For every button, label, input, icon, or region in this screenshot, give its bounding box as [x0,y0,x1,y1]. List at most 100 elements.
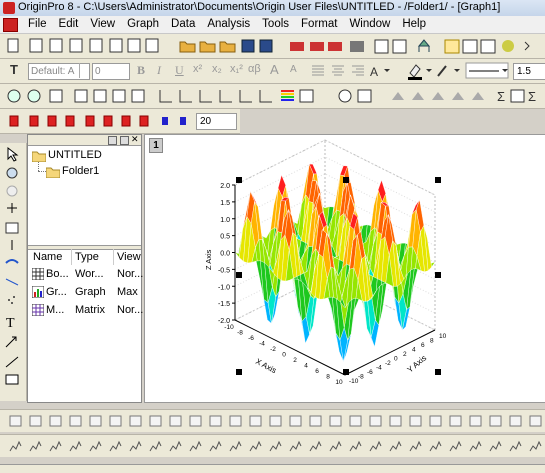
open-template-icon[interactable] [199,41,216,53]
arrow-tool-icon[interactable] [5,336,17,348]
plot-tool-icon[interactable] [529,440,542,452]
plot-tool-icon[interactable] [49,440,62,452]
drawing-tool-icon[interactable] [509,415,522,427]
drawing-tool-icon[interactable] [489,415,502,427]
open-icon[interactable] [179,41,196,53]
axis-scale-icon[interactable] [259,90,272,103]
new-project-icon[interactable] [7,38,19,53]
drawing-tool-icon[interactable] [89,415,102,427]
column-header-type[interactable]: Type [75,251,99,263]
axis-box-icon[interactable] [179,90,192,103]
drawing-tool-icon[interactable] [29,415,42,427]
axis-l-icon[interactable] [159,90,172,103]
selection-handle[interactable] [343,369,349,375]
new-layout-icon[interactable] [127,38,141,53]
selection-handle[interactable] [236,177,242,183]
menu-analysis[interactable]: Analysis [201,17,256,32]
drawing-tool-icon[interactable] [269,415,282,427]
greek-button[interactable]: αβ [248,63,261,75]
superscript-button[interactable]: x² [193,63,202,75]
new-excel-icon[interactable] [49,38,63,53]
document-menu-icon[interactable] [3,18,18,32]
zoom-in-icon[interactable] [7,89,21,103]
plot-3d-bar-icon[interactable] [9,115,19,127]
axis-ticks-icon[interactable] [239,90,252,103]
axis-grid-icon[interactable] [219,90,232,103]
drawing-tool-icon[interactable] [109,415,122,427]
whole-page-icon[interactable] [49,89,63,103]
font-combo-chevron-down-icon[interactable] [79,63,90,78]
rescale-y-icon[interactable] [112,89,126,103]
plot-tool-icon[interactable] [89,440,102,452]
plot-tool-icon[interactable] [369,440,382,452]
rescale-x-icon[interactable] [93,89,107,103]
y-axis-title[interactable]: Y Axis [406,353,429,374]
text-tool-icon[interactable]: T [6,316,15,331]
plot-tool-icon[interactable] [489,440,502,452]
decrease-font-button[interactable]: A [290,64,297,75]
fill-color-chevron-down-icon[interactable] [426,69,432,72]
layer-icon[interactable] [357,89,372,103]
rotate-cw-icon[interactable] [412,92,424,100]
selection-handle[interactable] [236,272,242,278]
save-template-icon[interactable] [259,39,273,53]
plot-tool-icon[interactable] [389,440,402,452]
print-icon[interactable] [350,41,364,52]
plot-3d-mesh-icon[interactable] [180,117,186,125]
font-color-chevron-down-icon[interactable] [384,69,390,72]
column-stats-icon[interactable] [510,89,525,103]
plot-tool-icon[interactable] [189,440,202,452]
drawing-tool-icon[interactable] [389,415,402,427]
new-legend-icon[interactable] [299,89,314,103]
import-multiple-icon[interactable] [310,42,324,51]
menu-format[interactable]: Format [295,17,343,32]
menu-help[interactable]: Help [396,17,432,32]
plot-3d-wall-icon[interactable] [139,115,149,127]
selection-handle[interactable] [435,272,441,278]
results-log-icon[interactable] [444,39,460,54]
drawing-tool-icon[interactable] [289,415,302,427]
menu-view[interactable]: View [84,17,121,32]
menu-file[interactable]: File [22,17,53,32]
rescale-icon[interactable] [74,89,88,103]
statistics-icon[interactable]: Σ [497,89,505,104]
drawing-tool-icon[interactable] [249,415,262,427]
drawing-tool-icon[interactable] [449,415,462,427]
tree-item-folder1[interactable]: Folder1 [46,165,106,179]
line-color-icon[interactable] [437,65,447,77]
zoom-out-tool-icon[interactable] [6,185,18,197]
bold-button[interactable]: B [137,63,145,78]
column-divider[interactable] [113,249,114,265]
timestamp-icon[interactable] [338,89,352,103]
drawing-tool-icon[interactable] [349,415,362,427]
drawing-tool-icon[interactable] [9,415,22,427]
align-center-icon[interactable] [332,65,344,76]
custom-tool-icon[interactable] [502,40,514,52]
plot-tool-icon[interactable] [309,440,322,452]
underline-button[interactable]: U [175,63,184,78]
plot-tool-icon[interactable] [429,440,442,452]
menu-tools[interactable]: Tools [256,17,295,32]
drawing-tool-icon[interactable] [409,415,422,427]
plot-tool-icon[interactable] [169,440,182,452]
menu-edit[interactable]: Edit [53,17,85,32]
import-wizard-icon[interactable] [328,42,342,51]
drawing-tool-icon[interactable] [169,415,182,427]
new-notes-icon[interactable] [145,38,159,53]
close-icon[interactable]: ✕ [131,134,139,145]
plot-tool-icon[interactable] [409,440,422,452]
menu-graph[interactable]: Graph [121,17,165,32]
pin-icon[interactable] [108,136,117,145]
plot-tool-icon[interactable] [469,440,482,452]
regional-mask-icon[interactable] [5,278,19,286]
zoom-in-tool-icon[interactable] [6,167,18,179]
plot-tool-icon[interactable] [329,440,342,452]
drawing-tool-icon[interactable] [209,415,222,427]
save-project-icon[interactable] [241,39,255,53]
line-color-chevron-down-icon[interactable] [454,69,460,72]
plot-tool-icon[interactable] [349,440,362,452]
plot-3d-wire-icon[interactable] [85,115,95,127]
plot-tool-icon[interactable] [289,440,302,452]
command-window-icon[interactable] [480,39,496,54]
plot-tool-icon[interactable] [249,440,262,452]
